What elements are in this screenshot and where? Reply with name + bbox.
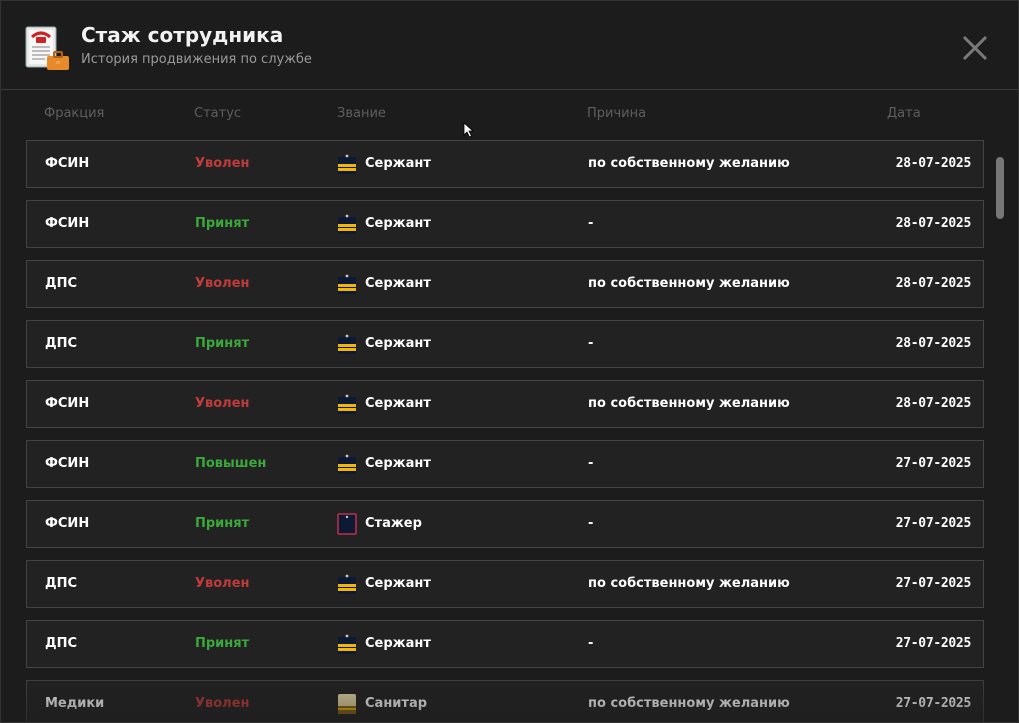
sergeant-insignia-icon [337, 153, 357, 175]
rank-cell: Сержант [365, 156, 431, 171]
history-list[interactable]: ФСИН Уволен Сержант по собственному желанию… [26, 140, 984, 722]
date-cell: 28-07-2025 [895, 156, 972, 171]
status-cell: Принят [195, 636, 250, 651]
rank-cell: Санитар [365, 696, 428, 711]
reason-cell: по собственному желанию [588, 396, 790, 411]
page-title: Стаж сотрудника [81, 23, 284, 47]
rank-cell: Сержант [365, 396, 431, 411]
faction-cell: ФСИН [45, 396, 90, 411]
close-button[interactable] [959, 32, 991, 64]
status-cell: Уволен [195, 396, 250, 411]
date-cell: 28-07-2025 [895, 336, 972, 351]
date-cell: 28-07-2025 [895, 216, 972, 231]
rank-cell: Сержант [365, 456, 431, 471]
reason-cell: - [588, 516, 594, 531]
status-cell: Принят [195, 216, 250, 231]
scrollbar-track[interactable] [994, 151, 1006, 711]
column-header-reason: Причина [587, 106, 647, 121]
table-row[interactable]: ФСИН Повышен Сержант - 27-07-2025 [26, 440, 984, 488]
close-icon [962, 35, 988, 61]
column-header-faction: Фракция [44, 106, 105, 121]
table-row[interactable]: ФСИН Уволен Сержант по собственному желанию… [26, 140, 984, 188]
faction-cell: ДПС [45, 336, 77, 351]
table-row[interactable]: ФСИН Уволен Сержант по собственному желанию… [26, 380, 984, 428]
sergeant-insignia-icon [337, 333, 357, 355]
status-cell: Повышен [195, 456, 267, 471]
table-row[interactable]: ДПС Принят Сержант - 27-07-2025 [26, 620, 984, 668]
faction-cell: ФСИН [45, 456, 90, 471]
seniority-window: Стаж сотрудника История продвижения по с… [0, 0, 1019, 723]
date-cell: 28-07-2025 [895, 276, 972, 291]
faction-cell: ФСИН [45, 216, 90, 231]
faction-cell: Медики [45, 696, 105, 711]
rank-cell: Сержант [365, 216, 431, 231]
sergeant-insignia-icon [337, 273, 357, 295]
status-cell: Уволен [195, 276, 250, 291]
sergeant-insignia-icon [337, 573, 357, 595]
page-subtitle: История продвижения по службе [81, 52, 312, 67]
reason-cell: по собственному желанию [588, 696, 790, 711]
sergeant-insignia-icon [337, 393, 357, 415]
sergeant-insignia-icon [337, 213, 357, 235]
date-cell: 27-07-2025 [895, 456, 972, 471]
trainee-insignia-icon [337, 513, 357, 535]
status-cell: Уволен [195, 156, 250, 171]
faction-cell: ДПС [45, 276, 77, 291]
reason-cell: - [588, 456, 594, 471]
table-row[interactable]: Медики Уволен Санитар по собственному желан… [26, 680, 984, 722]
reason-cell: по собственному желанию [588, 276, 790, 291]
scrollbar-thumb[interactable] [996, 157, 1004, 219]
date-cell: 27-07-2025 [895, 696, 972, 711]
table-row[interactable]: ДПС Принят Сержант - 28-07-2025 [26, 320, 984, 368]
date-cell: 27-07-2025 [895, 516, 972, 531]
faction-cell: ФСИН [45, 516, 90, 531]
status-cell: Принят [195, 336, 250, 351]
table-row[interactable]: ДПС Уволен Сержант по собственному желанию 2… [26, 560, 984, 608]
date-cell: 27-07-2025 [895, 636, 972, 651]
table-row[interactable]: ДПС Уволен Сержант по собственному желанию 2… [26, 260, 984, 308]
column-header-date: Дата [887, 106, 921, 121]
date-cell: 28-07-2025 [895, 396, 972, 411]
reason-cell: по собственному желанию [588, 576, 790, 591]
rank-cell: Сержант [365, 336, 431, 351]
rank-cell: Стажер [365, 516, 422, 531]
rank-cell: Сержант [365, 276, 431, 291]
medic-insignia-icon [337, 693, 357, 715]
faction-cell: ФСИН [45, 156, 90, 171]
faction-cell: ДПС [45, 636, 77, 651]
status-cell: Уволен [195, 696, 250, 711]
date-cell: 27-07-2025 [895, 576, 972, 591]
faction-cell: ДПС [45, 576, 77, 591]
window-header: Стаж сотрудника История продвижения по с… [1, 1, 1018, 90]
column-header-rank: Звание [337, 106, 386, 121]
rank-cell: Сержант [365, 636, 431, 651]
table-row[interactable]: ФСИН Принят Стажер - 27-07-2025 [26, 500, 984, 548]
sergeant-insignia-icon [337, 453, 357, 475]
column-header-status: Статус [194, 106, 242, 121]
employee-record-icon [25, 26, 69, 70]
reason-cell: - [588, 216, 594, 231]
rank-cell: Сержант [365, 576, 431, 591]
reason-cell: - [588, 336, 594, 351]
mouse-cursor-icon [463, 122, 475, 138]
reason-cell: - [588, 636, 594, 651]
table-row[interactable]: ФСИН Принят Сержант - 28-07-2025 [26, 200, 984, 248]
status-cell: Уволен [195, 576, 250, 591]
status-cell: Принят [195, 516, 250, 531]
sergeant-insignia-icon [337, 633, 357, 655]
reason-cell: по собственному желанию [588, 156, 790, 171]
